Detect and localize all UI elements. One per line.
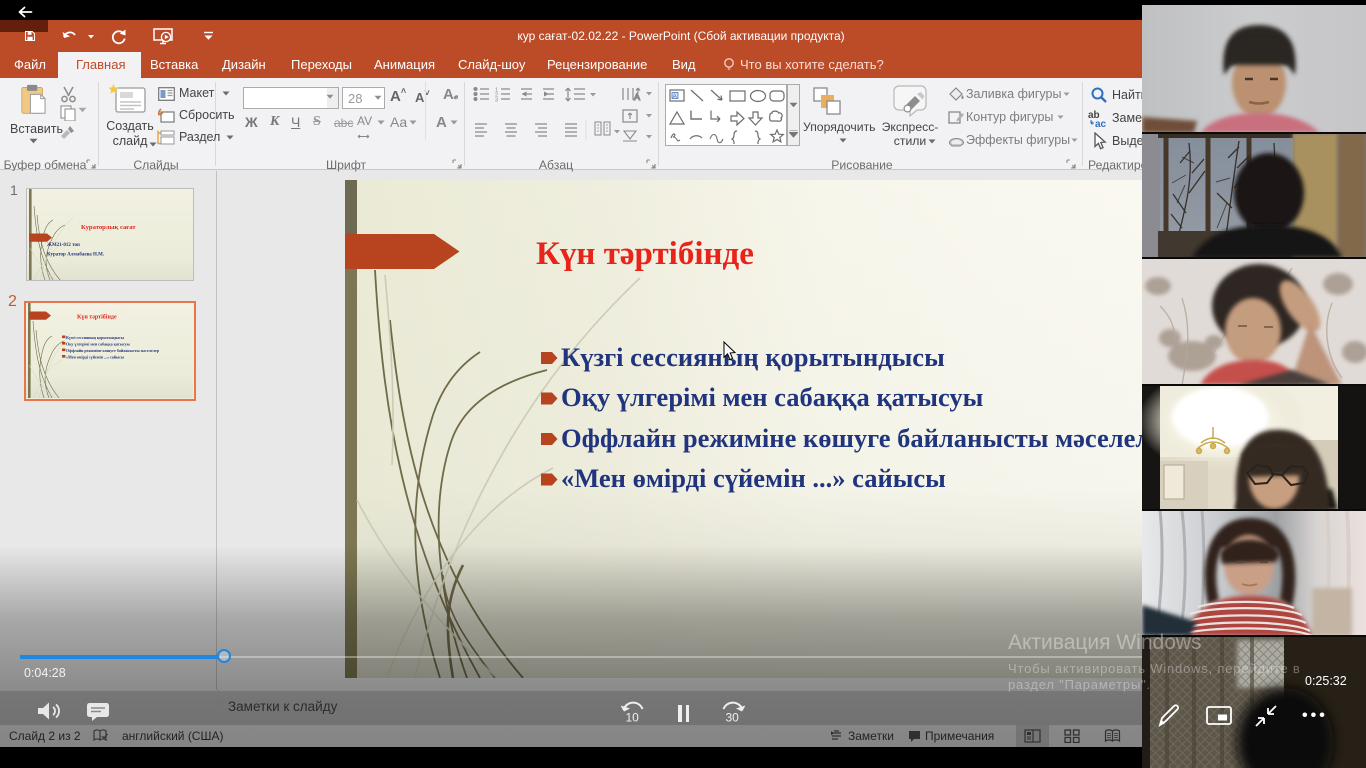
svg-text:Кураторлық сағат: Кураторлық сағат <box>81 224 136 231</box>
svg-text:30: 30 <box>726 711 740 724</box>
svg-text:Күн тәртібінде: Күн тәртібінде <box>77 314 117 321</box>
svg-text:A: A <box>673 93 678 100</box>
svg-text:ac: ac <box>1095 119 1107 128</box>
svg-text:Оқу үлгерімі мен сабаққа қатыс: Оқу үлгерімі мен сабаққа қатысуы <box>66 342 131 347</box>
svg-text:Күзгі сессияның қорытындысы: Күзгі сессияның қорытындысы <box>66 335 125 340</box>
svg-text:A: A <box>634 92 640 102</box>
svg-text:ЖМ21-012 топ: ЖМ21-012 топ <box>47 243 80 248</box>
svg-text:10: 10 <box>626 711 640 724</box>
svg-text:3: 3 <box>495 98 498 104</box>
svg-text:Куратор Алмабаева Н.М.: Куратор Алмабаева Н.М. <box>47 253 105 258</box>
svg-text:«Мен өмірді сүйемін ...» сайыс: «Мен өмірді сүйемін ...» сайысы <box>66 355 125 360</box>
svg-text:Оффлайн режиміне көшуге байлан: Оффлайн режиміне көшуге байланысты мәсел… <box>66 348 160 353</box>
